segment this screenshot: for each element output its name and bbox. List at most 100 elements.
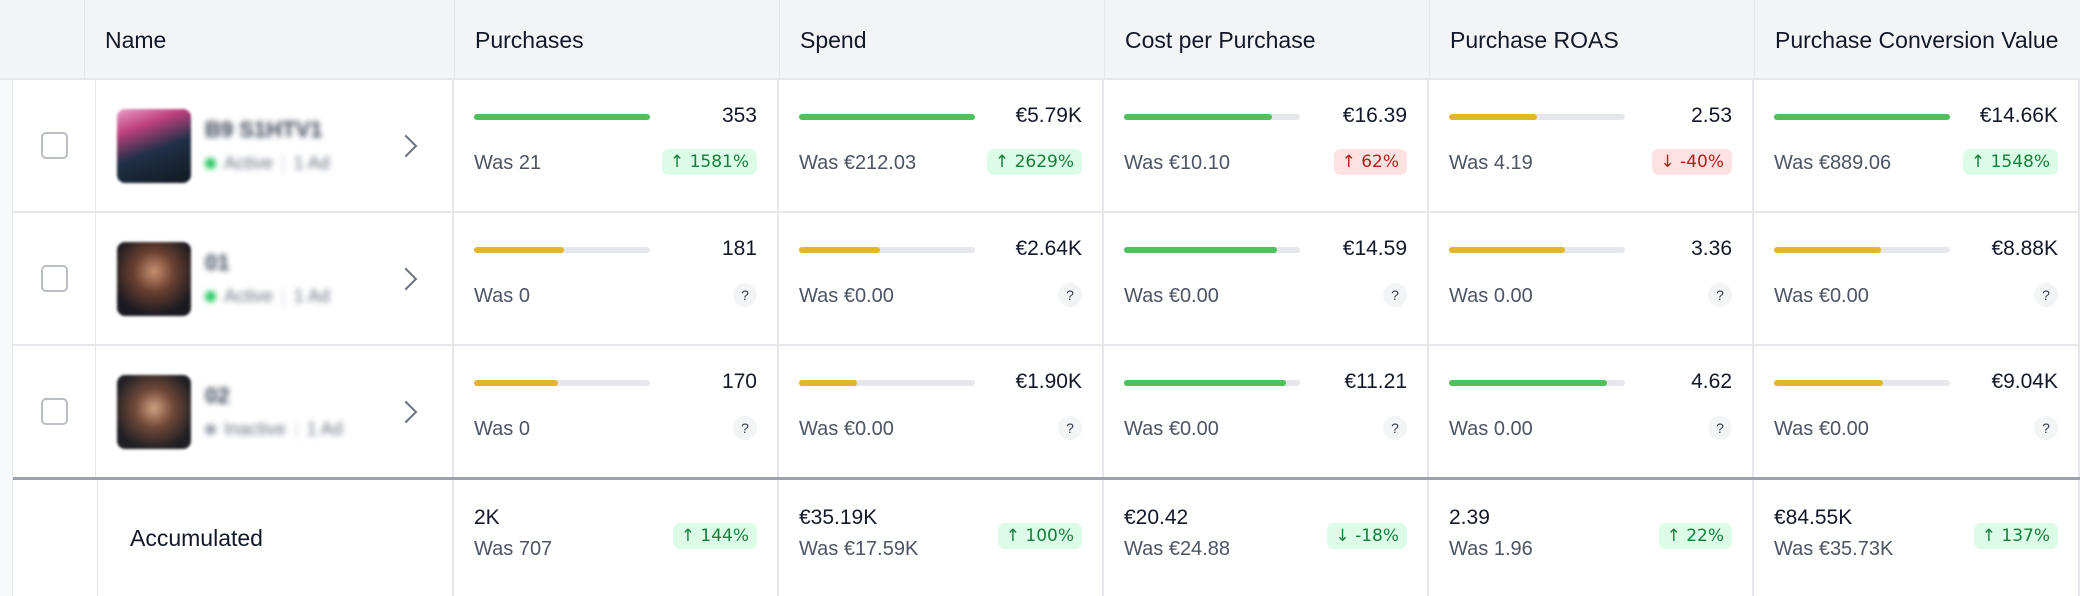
chevron-right-icon[interactable] <box>394 134 418 157</box>
change-badge: ↑ 62% <box>1333 149 1407 175</box>
ad-name-cell[interactable]: 01 Active | 1 Ad <box>97 213 454 344</box>
metric-bar <box>1774 114 1950 120</box>
metric-bar-fill <box>799 380 858 386</box>
row-checkbox[interactable] <box>40 265 68 292</box>
unknown-change-icon[interactable]: ? <box>1058 416 1082 440</box>
header-checkbox-column <box>0 0 84 80</box>
accumulated-value: 2K <box>474 506 500 529</box>
metric-bar-fill <box>799 114 975 120</box>
unknown-change-icon[interactable]: ? <box>1383 416 1407 440</box>
metric-bar <box>474 247 650 253</box>
row-checkbox[interactable] <box>40 398 68 425</box>
metric-bar-fill <box>1449 247 1566 253</box>
metric-bar-fill <box>1774 247 1882 253</box>
chevron-right-icon[interactable] <box>394 400 418 423</box>
header-spend[interactable]: Spend <box>779 0 1104 80</box>
ad-name-cell[interactable]: 02 Inactive | 1 Ad <box>97 346 454 477</box>
header-name[interactable]: Name <box>84 0 454 80</box>
table-row[interactable]: B9 S1HTV1 Active | 1 Ad 353 Was 21 ↑ 1581% €5… <box>13 80 2080 213</box>
metric-previous-value: Was 0 <box>474 418 530 440</box>
purchase-conversion-value-cell: €8.88K Was €0.00? <box>1754 213 2080 344</box>
spend-cell: €5.79K Was €212.03 ↑ 2629% <box>779 80 1104 211</box>
metric-bar-fill <box>474 247 564 253</box>
metric-bar <box>1449 114 1625 120</box>
metric-previous-value: Was €0.00 <box>1774 418 1869 440</box>
change-badge: ↑ 22% <box>1658 523 1732 549</box>
ad-count: 1 Ad <box>293 286 330 306</box>
accumulated-previous-value: Was €24.88 <box>1124 538 1230 560</box>
ad-name-cell[interactable]: B9 S1HTV1 Active | 1 Ad <box>97 80 454 211</box>
unknown-change-icon[interactable]: ? <box>733 416 757 440</box>
metric-bar <box>1124 380 1300 386</box>
metric-bar <box>799 247 975 253</box>
unknown-change-icon[interactable]: ? <box>733 283 757 307</box>
change-badge: ↑ 1548% <box>1962 149 2058 175</box>
header-purchase-conversion-value[interactable]: Purchase Conversion Value <box>1754 0 2080 80</box>
unknown-change-icon[interactable]: ? <box>1708 283 1732 307</box>
change-badge: ↑ 144% <box>672 523 757 549</box>
accumulated-purchase-roas-cell: 2.39 Was 1.96 ↑ 22% <box>1429 480 1754 596</box>
metric-previous-value: Was 0.00 <box>1449 285 1533 307</box>
accumulated-value: €20.42 <box>1124 506 1189 529</box>
accumulated-purchase-conversion-value-cell: €84.55K Was €35.73K ↑ 137% <box>1754 480 2080 596</box>
ad-thumbnail <box>117 241 191 316</box>
accumulated-previous-value: Was €17.59K <box>799 538 919 560</box>
metric-bar <box>799 380 975 386</box>
metric-bar-fill <box>1124 380 1286 386</box>
row-gutter <box>0 80 13 596</box>
change-badge: ↑ 137% <box>1973 523 2058 549</box>
unknown-change-icon[interactable]: ? <box>1708 416 1732 440</box>
metric-previous-value: Was €0.00 <box>799 285 894 307</box>
purchase-roas-cell: 2.53 Was 4.19 ↓ -40% <box>1429 80 1754 211</box>
purchases-cell: 181 Was 0? <box>454 213 779 344</box>
unknown-change-icon[interactable]: ? <box>2034 283 2058 307</box>
change-badge: ↓ -18% <box>1327 523 1407 549</box>
unknown-change-icon[interactable]: ? <box>2034 416 2058 440</box>
accumulated-value: €35.19K <box>799 506 878 529</box>
metric-previous-value: Was 0 <box>474 285 530 307</box>
metric-bar <box>1774 247 1950 253</box>
table-row[interactable]: 01 Active | 1 Ad 181 Was 0? €2.64K Was €0.00?… <box>13 213 2080 346</box>
metric-bar <box>1449 380 1625 386</box>
cost-per-purchase-cell: €14.59 Was €0.00? <box>1104 213 1429 344</box>
table-header: Name Purchases Spend Cost per Purchase P… <box>0 0 2080 80</box>
metric-bar-fill <box>1124 114 1272 120</box>
metric-previous-value: Was €0.00 <box>1124 285 1219 307</box>
ad-thumbnail <box>117 108 191 183</box>
metric-previous-value: Was €0.00 <box>1124 418 1219 440</box>
metric-value: €8.88K <box>1991 237 2058 260</box>
metric-previous-value: Was 4.19 <box>1449 152 1533 174</box>
chevron-right-icon[interactable] <box>394 267 418 290</box>
purchase-roas-cell: 4.62 Was 0.00? <box>1429 346 1754 477</box>
accumulated-purchases-cell: 2K Was 707 ↑ 144% <box>454 480 779 596</box>
metric-value: €14.59 <box>1342 237 1407 260</box>
unknown-change-icon[interactable]: ? <box>1058 283 1082 307</box>
spend-cell: €1.90K Was €0.00? <box>779 346 1104 477</box>
purchases-cell: 353 Was 21 ↑ 1581% <box>454 80 779 211</box>
metric-bar-fill <box>1774 380 1884 386</box>
metric-previous-value: Was €212.03 <box>799 152 917 174</box>
unknown-change-icon[interactable]: ? <box>1383 283 1407 307</box>
status-dot-icon <box>205 424 216 435</box>
accumulated-row: Accumulated 2K Was 707 ↑ 144% €35.19K Was €1… <box>13 477 2080 596</box>
accumulated-value: €84.55K <box>1774 506 1853 529</box>
metric-value: €16.39 <box>1342 104 1407 127</box>
metric-bar <box>1449 247 1625 253</box>
status-label: Active <box>224 286 274 306</box>
metric-value: 181 <box>721 237 757 260</box>
ad-count: 1 Ad <box>293 153 330 173</box>
header-cost-per-purchase[interactable]: Cost per Purchase <box>1104 0 1429 80</box>
metric-bar <box>1774 380 1950 386</box>
table-row[interactable]: 02 Inactive | 1 Ad 170 Was 0? €1.90K Was €0.0… <box>13 346 2080 479</box>
metric-value: €11.21 <box>1344 370 1407 393</box>
accumulated-label: Accumulated <box>97 480 454 596</box>
purchase-conversion-value-cell: €14.66K Was €889.06 ↑ 1548% <box>1754 80 2080 211</box>
metric-bar-fill <box>1449 380 1608 386</box>
row-checkbox[interactable] <box>40 132 68 159</box>
metric-value: €1.90K <box>1015 370 1082 393</box>
metric-bar <box>474 114 650 120</box>
accumulated-previous-value: Was 707 <box>474 538 553 560</box>
header-purchases[interactable]: Purchases <box>454 0 779 80</box>
header-purchase-roas[interactable]: Purchase ROAS <box>1429 0 1754 80</box>
cost-per-purchase-cell: €11.21 Was €0.00? <box>1104 346 1429 477</box>
